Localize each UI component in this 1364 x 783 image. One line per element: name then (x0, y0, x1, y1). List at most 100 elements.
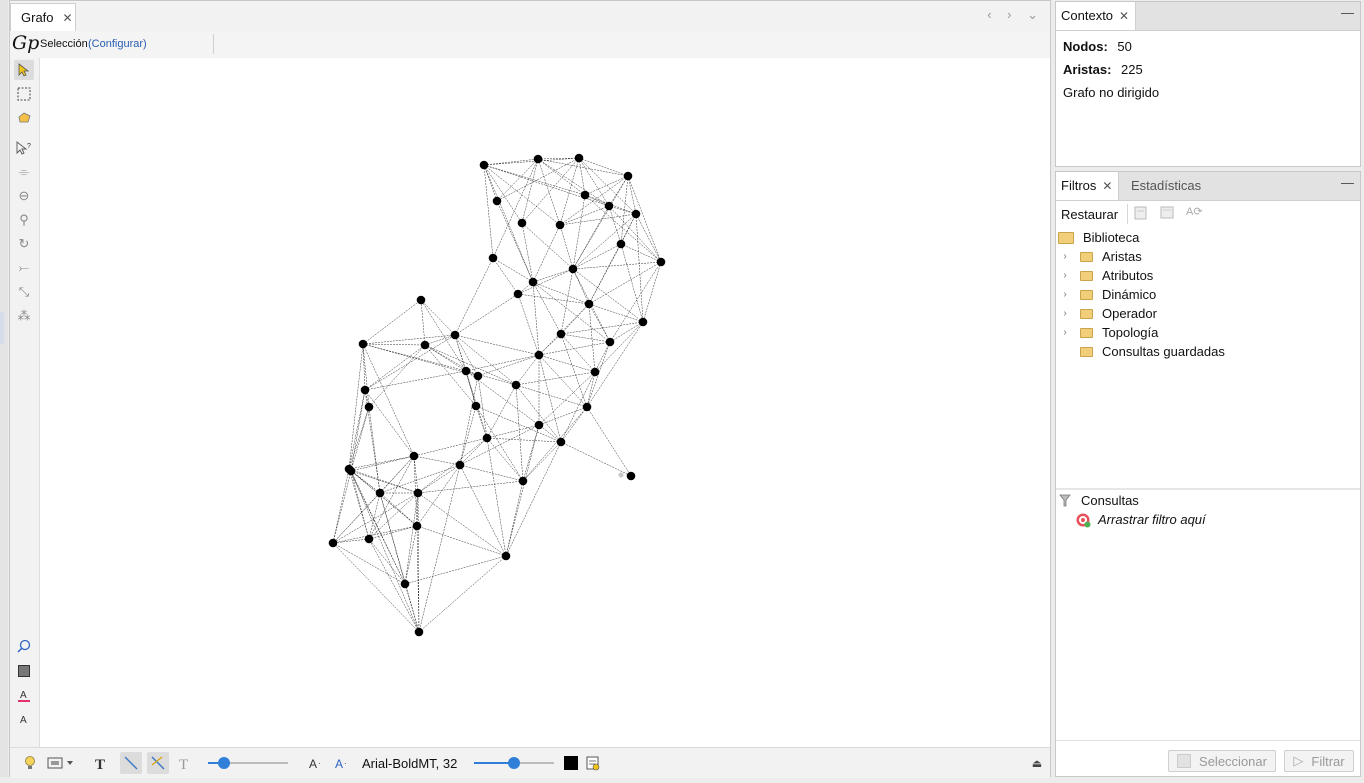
graph-node[interactable] (623, 171, 633, 181)
graph-edge[interactable] (620, 175, 629, 245)
graph-edge[interactable] (424, 344, 477, 407)
chevron-right-icon[interactable]: › (1059, 289, 1071, 300)
tab-grafo[interactable]: Grafo ✕ (10, 3, 76, 31)
graph-node[interactable] (574, 153, 584, 163)
graph-edge[interactable] (496, 157, 580, 202)
graph-edge[interactable] (459, 437, 488, 466)
filter-button[interactable]: ▷ Filtrar (1284, 750, 1354, 772)
graph-edge[interactable] (486, 437, 507, 557)
graph-edge[interactable] (521, 158, 539, 224)
graph-edge[interactable] (560, 441, 632, 477)
graph-edge[interactable] (538, 354, 588, 408)
label-color-swatch[interactable] (562, 752, 580, 774)
graph-edge[interactable] (578, 157, 586, 196)
graph-edge[interactable] (517, 268, 574, 295)
reset-button[interactable]: Restaurar (1061, 207, 1118, 222)
graph-edge[interactable] (368, 492, 381, 540)
graph-node[interactable] (580, 190, 590, 200)
graph-edge[interactable] (532, 281, 540, 356)
graph-node[interactable] (412, 521, 422, 531)
graph-edge[interactable] (417, 492, 507, 557)
left-edge-tab[interactable] (0, 312, 4, 344)
graph-node[interactable] (590, 367, 600, 377)
graph-node[interactable] (416, 295, 426, 305)
tree-item[interactable]: › Topología (1059, 323, 1158, 342)
slider-knob[interactable] (218, 757, 230, 769)
graph-edge[interactable] (416, 464, 461, 527)
graph-node[interactable] (511, 380, 521, 390)
graph-node[interactable] (656, 257, 666, 267)
graph-edge[interactable] (477, 354, 540, 377)
graph-edge[interactable] (609, 321, 644, 343)
graph-node[interactable] (533, 154, 543, 164)
graph-edge[interactable] (459, 464, 507, 557)
graph-edge[interactable] (454, 293, 519, 336)
shortest-path-icon[interactable]: ⁂ (14, 306, 34, 326)
font-size-decrease-icon[interactable]: A · (306, 752, 326, 774)
brush-icon[interactable]: ⌯ (14, 162, 34, 182)
graph-node[interactable] (626, 471, 636, 481)
graph-node[interactable] (364, 534, 374, 544)
minimize-icon[interactable]: — (1341, 5, 1354, 20)
graph-edge[interactable] (538, 406, 588, 426)
tree-item[interactable]: Consultas guardadas (1059, 342, 1225, 361)
graph-node[interactable] (364, 402, 374, 412)
tree-item[interactable]: › Aristas (1059, 247, 1141, 266)
select-button[interactable]: Seleccionar (1168, 750, 1276, 772)
graph-node[interactable] (555, 220, 565, 230)
graph-edge[interactable] (465, 354, 540, 372)
graph-node[interactable] (501, 551, 511, 561)
font-size-slider[interactable] (474, 757, 554, 769)
graph-edge[interactable] (537, 158, 629, 177)
graph-node[interactable] (488, 253, 498, 263)
graph-node[interactable] (455, 460, 465, 470)
graph-edge[interactable] (420, 299, 456, 336)
chevron-right-icon[interactable]: › (1059, 308, 1071, 319)
graph-edge[interactable] (627, 175, 637, 215)
graph-edge[interactable] (578, 157, 629, 177)
graph-node[interactable] (344, 464, 354, 474)
tree-item[interactable]: › Atributos (1059, 266, 1153, 285)
graph-edge[interactable] (368, 538, 406, 585)
graph-node[interactable] (450, 330, 460, 340)
graph-node[interactable] (556, 329, 566, 339)
graph-edge[interactable] (362, 343, 366, 391)
graph-edge[interactable] (586, 406, 632, 477)
graph-edge[interactable] (560, 303, 590, 335)
graph-edge[interactable] (588, 303, 644, 323)
graph-node[interactable] (616, 239, 626, 249)
edge-color-icon[interactable] (147, 752, 169, 774)
graph-edge[interactable] (492, 257, 519, 295)
graph-edge[interactable] (538, 354, 596, 373)
graph-edge[interactable] (492, 257, 534, 283)
graph-edge[interactable] (454, 334, 540, 356)
graph-edge[interactable] (505, 480, 524, 557)
splitter[interactable] (1056, 488, 1360, 490)
graph-edge[interactable] (418, 464, 461, 633)
save-icon[interactable] (1160, 206, 1176, 223)
graph-node[interactable] (534, 420, 544, 430)
graph-edge[interactable] (454, 257, 494, 336)
graph-edge[interactable] (348, 468, 418, 527)
graph-edge[interactable] (417, 492, 420, 633)
graph-edge[interactable] (368, 344, 426, 408)
graph-node[interactable] (420, 340, 430, 350)
graph-edge[interactable] (486, 424, 540, 439)
graph-edge[interactable] (496, 200, 534, 283)
graph-node[interactable] (482, 433, 492, 443)
graph-edge[interactable] (348, 468, 370, 540)
graph-edge[interactable] (348, 455, 415, 470)
graph-edge[interactable] (332, 525, 418, 544)
export-icon[interactable] (1134, 206, 1150, 223)
graph-edge[interactable] (572, 261, 662, 270)
graph-edge[interactable] (332, 470, 352, 544)
label-size-icon[interactable]: A (14, 709, 34, 729)
graph-edge[interactable] (350, 470, 420, 633)
background-color-icon[interactable] (14, 661, 34, 681)
graph-edge[interactable] (586, 341, 611, 408)
graph-edge[interactable] (560, 333, 596, 373)
painter-icon[interactable]: ⚲ (14, 210, 34, 230)
graph-edge[interactable] (620, 243, 644, 323)
graph-edge[interactable] (350, 406, 370, 472)
graph-node[interactable] (582, 402, 592, 412)
